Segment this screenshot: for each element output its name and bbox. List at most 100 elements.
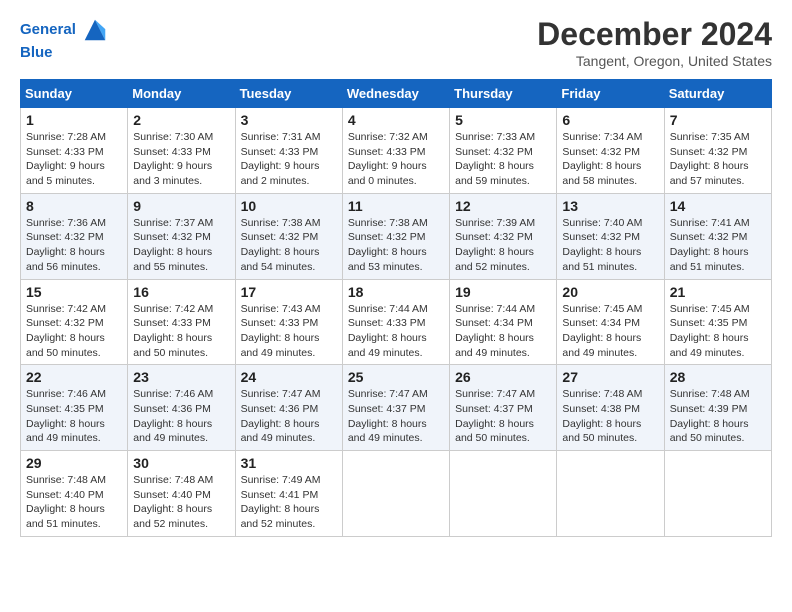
day-info: Sunrise: 7:47 AMSunset: 4:37 PMDaylight:…	[455, 387, 551, 446]
calendar-cell: 14 Sunrise: 7:41 AMSunset: 4:32 PMDayligh…	[664, 193, 771, 279]
weekday-header-tuesday: Tuesday	[235, 80, 342, 108]
day-info: Sunrise: 7:43 AMSunset: 4:33 PMDaylight:…	[241, 302, 337, 361]
day-info: Sunrise: 7:44 AMSunset: 4:34 PMDaylight:…	[455, 302, 551, 361]
calendar-cell: 15 Sunrise: 7:42 AMSunset: 4:32 PMDayligh…	[21, 279, 128, 365]
calendar-cell: 12 Sunrise: 7:39 AMSunset: 4:32 PMDayligh…	[450, 193, 557, 279]
calendar-cell: 8 Sunrise: 7:36 AMSunset: 4:32 PMDaylight…	[21, 193, 128, 279]
calendar-cell: 24 Sunrise: 7:47 AMSunset: 4:36 PMDayligh…	[235, 365, 342, 451]
calendar-cell: 13 Sunrise: 7:40 AMSunset: 4:32 PMDayligh…	[557, 193, 664, 279]
calendar-cell: 29 Sunrise: 7:48 AMSunset: 4:40 PMDayligh…	[21, 451, 128, 537]
calendar-cell: 7 Sunrise: 7:35 AMSunset: 4:32 PMDaylight…	[664, 108, 771, 194]
day-info: Sunrise: 7:37 AMSunset: 4:32 PMDaylight:…	[133, 216, 229, 275]
day-info: Sunrise: 7:42 AMSunset: 4:32 PMDaylight:…	[26, 302, 122, 361]
calendar-cell: 2 Sunrise: 7:30 AMSunset: 4:33 PMDaylight…	[128, 108, 235, 194]
day-number: 24	[241, 369, 337, 385]
logo: General Blue	[20, 16, 109, 62]
calendar-cell: 17 Sunrise: 7:43 AMSunset: 4:33 PMDayligh…	[235, 279, 342, 365]
day-info: Sunrise: 7:42 AMSunset: 4:33 PMDaylight:…	[133, 302, 229, 361]
day-info: Sunrise: 7:35 AMSunset: 4:32 PMDaylight:…	[670, 130, 766, 189]
day-number: 2	[133, 112, 229, 128]
day-info: Sunrise: 7:48 AMSunset: 4:40 PMDaylight:…	[26, 473, 122, 532]
calendar-cell: 6 Sunrise: 7:34 AMSunset: 4:32 PMDaylight…	[557, 108, 664, 194]
calendar-cell: 1Sunrise: 7:28 AMSunset: 4:33 PMDaylight…	[21, 108, 128, 194]
calendar-cell: 21Sunrise: 7:45 AMSunset: 4:35 PMDayligh…	[664, 279, 771, 365]
title-block: December 2024 Tangent, Oregon, United St…	[537, 16, 772, 69]
day-number: 22	[26, 369, 122, 385]
day-info: Sunrise: 7:45 AMSunset: 4:34 PMDaylight:…	[562, 302, 658, 361]
calendar-cell	[450, 451, 557, 537]
day-info: Sunrise: 7:31 AMSunset: 4:33 PMDaylight:…	[241, 130, 337, 189]
day-number: 19	[455, 284, 551, 300]
day-info: Sunrise: 7:38 AMSunset: 4:32 PMDaylight:…	[241, 216, 337, 275]
day-info: Sunrise: 7:28 AMSunset: 4:33 PMDaylight:…	[26, 130, 122, 189]
weekday-header-thursday: Thursday	[450, 80, 557, 108]
calendar-cell	[342, 451, 449, 537]
calendar-cell: 22 Sunrise: 7:46 AMSunset: 4:35 PMDayligh…	[21, 365, 128, 451]
day-info: Sunrise: 7:30 AMSunset: 4:33 PMDaylight:…	[133, 130, 229, 189]
calendar-cell: 11 Sunrise: 7:38 AMSunset: 4:32 PMDayligh…	[342, 193, 449, 279]
weekday-header-sunday: Sunday	[21, 80, 128, 108]
day-number: 25	[348, 369, 444, 385]
main-title: December 2024	[537, 16, 772, 53]
subtitle: Tangent, Oregon, United States	[537, 53, 772, 69]
day-number: 14	[670, 198, 766, 214]
calendar-cell: 5Sunrise: 7:33 AMSunset: 4:32 PMDaylight…	[450, 108, 557, 194]
day-info: Sunrise: 7:39 AMSunset: 4:32 PMDaylight:…	[455, 216, 551, 275]
calendar-cell: 4 Sunrise: 7:32 AMSunset: 4:33 PMDaylight…	[342, 108, 449, 194]
day-number: 20	[562, 284, 658, 300]
day-number: 17	[241, 284, 337, 300]
day-info: Sunrise: 7:48 AMSunset: 4:38 PMDaylight:…	[562, 387, 658, 446]
day-info: Sunrise: 7:47 AMSunset: 4:37 PMDaylight:…	[348, 387, 444, 446]
day-number: 7	[670, 112, 766, 128]
day-number: 26	[455, 369, 551, 385]
day-info: Sunrise: 7:33 AMSunset: 4:32 PMDaylight:…	[455, 130, 551, 189]
calendar-cell: 18 Sunrise: 7:44 AMSunset: 4:33 PMDayligh…	[342, 279, 449, 365]
calendar-cell: 28Sunrise: 7:48 AMSunset: 4:39 PMDayligh…	[664, 365, 771, 451]
logo-icon	[81, 16, 109, 44]
day-number: 29	[26, 455, 122, 471]
logo-blue-text: Blue	[20, 44, 109, 62]
calendar-cell	[557, 451, 664, 537]
calendar-cell: 16 Sunrise: 7:42 AMSunset: 4:33 PMDayligh…	[128, 279, 235, 365]
calendar-cell	[664, 451, 771, 537]
calendar-cell: 9Sunrise: 7:37 AMSunset: 4:32 PMDaylight…	[128, 193, 235, 279]
weekday-header-saturday: Saturday	[664, 80, 771, 108]
day-info: Sunrise: 7:46 AMSunset: 4:35 PMDaylight:…	[26, 387, 122, 446]
day-number: 31	[241, 455, 337, 471]
day-info: Sunrise: 7:44 AMSunset: 4:33 PMDaylight:…	[348, 302, 444, 361]
day-number: 12	[455, 198, 551, 214]
day-number: 15	[26, 284, 122, 300]
day-info: Sunrise: 7:41 AMSunset: 4:32 PMDaylight:…	[670, 216, 766, 275]
day-info: Sunrise: 7:46 AMSunset: 4:36 PMDaylight:…	[133, 387, 229, 446]
calendar-cell: 23 Sunrise: 7:46 AMSunset: 4:36 PMDayligh…	[128, 365, 235, 451]
day-number: 6	[562, 112, 658, 128]
day-info: Sunrise: 7:36 AMSunset: 4:32 PMDaylight:…	[26, 216, 122, 275]
day-info: Sunrise: 7:32 AMSunset: 4:33 PMDaylight:…	[348, 130, 444, 189]
day-number: 13	[562, 198, 658, 214]
day-number: 23	[133, 369, 229, 385]
day-info: Sunrise: 7:45 AMSunset: 4:35 PMDaylight:…	[670, 302, 766, 361]
calendar-cell: 27 Sunrise: 7:48 AMSunset: 4:38 PMDayligh…	[557, 365, 664, 451]
day-number: 3	[241, 112, 337, 128]
weekday-header-wednesday: Wednesday	[342, 80, 449, 108]
day-info: Sunrise: 7:34 AMSunset: 4:32 PMDaylight:…	[562, 130, 658, 189]
calendar-cell: 25 Sunrise: 7:47 AMSunset: 4:37 PMDayligh…	[342, 365, 449, 451]
day-info: Sunrise: 7:38 AMSunset: 4:32 PMDaylight:…	[348, 216, 444, 275]
day-number: 30	[133, 455, 229, 471]
calendar-cell: 3 Sunrise: 7:31 AMSunset: 4:33 PMDaylight…	[235, 108, 342, 194]
day-info: Sunrise: 7:47 AMSunset: 4:36 PMDaylight:…	[241, 387, 337, 446]
day-number: 11	[348, 198, 444, 214]
day-info: Sunrise: 7:40 AMSunset: 4:32 PMDaylight:…	[562, 216, 658, 275]
day-number: 4	[348, 112, 444, 128]
weekday-header-friday: Friday	[557, 80, 664, 108]
day-number: 8	[26, 198, 122, 214]
day-info: Sunrise: 7:49 AMSunset: 4:41 PMDaylight:…	[241, 473, 337, 532]
calendar-cell: 19 Sunrise: 7:44 AMSunset: 4:34 PMDayligh…	[450, 279, 557, 365]
day-number: 16	[133, 284, 229, 300]
day-number: 18	[348, 284, 444, 300]
day-info: Sunrise: 7:48 AMSunset: 4:40 PMDaylight:…	[133, 473, 229, 532]
calendar-cell: 31 Sunrise: 7:49 AMSunset: 4:41 PMDayligh…	[235, 451, 342, 537]
day-number: 27	[562, 369, 658, 385]
weekday-header-monday: Monday	[128, 80, 235, 108]
logo-text: General	[20, 21, 76, 39]
